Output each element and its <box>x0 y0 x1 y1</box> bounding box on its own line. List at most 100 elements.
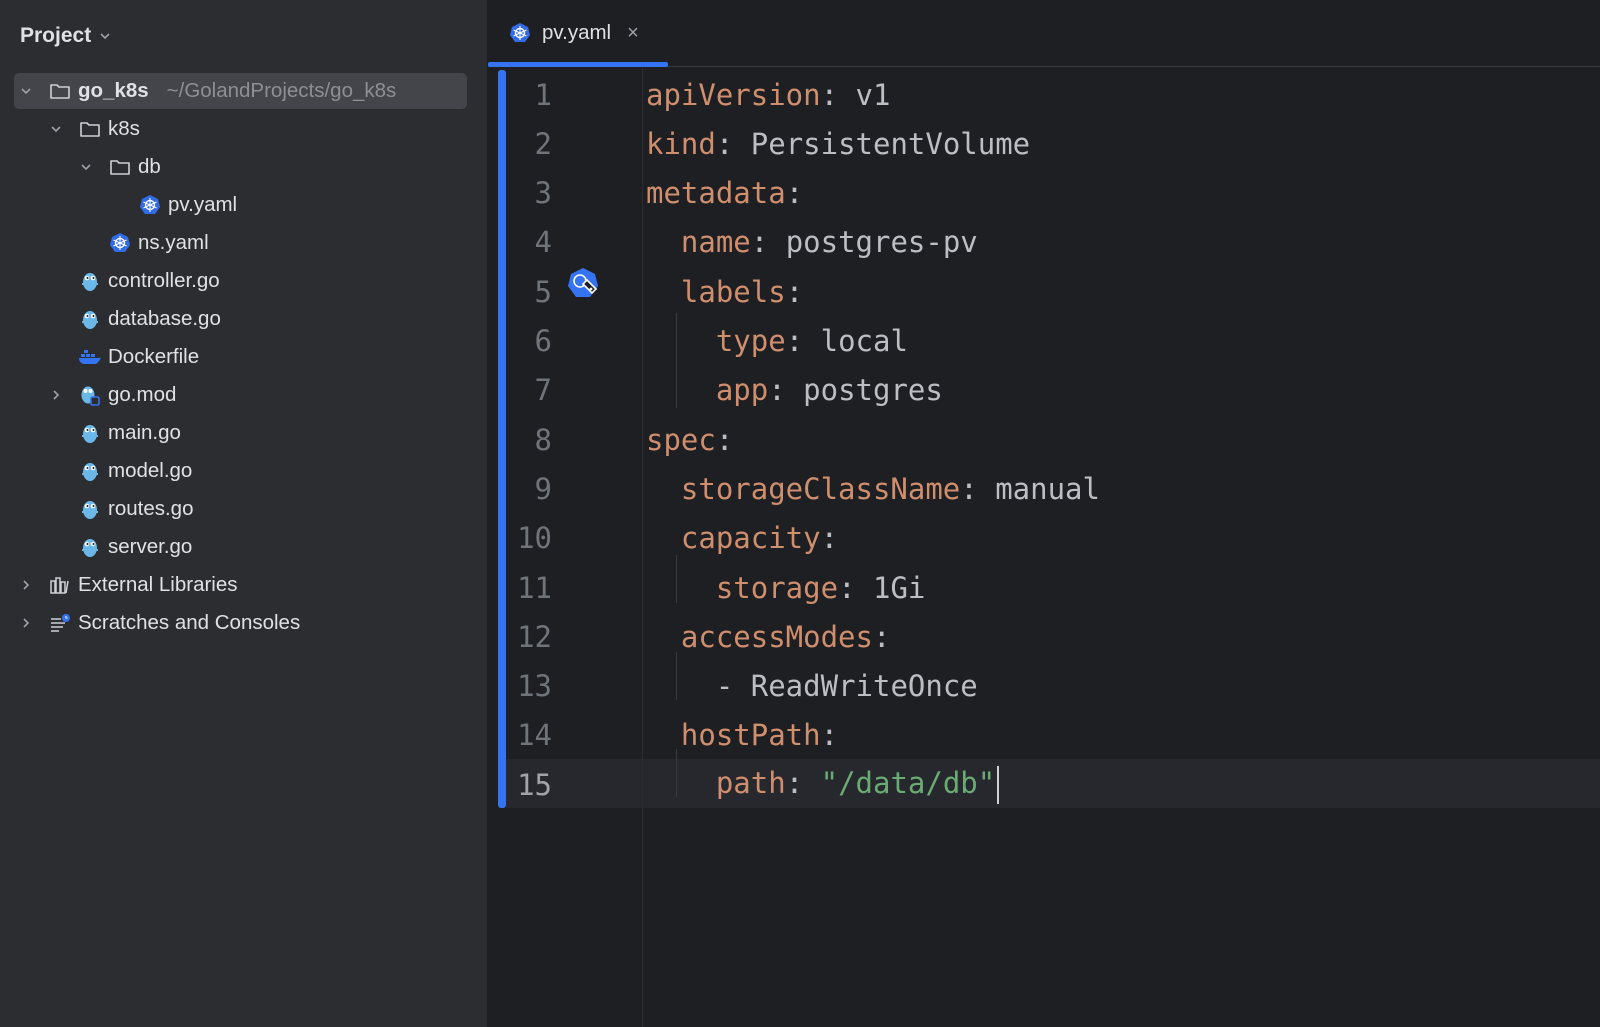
code-line[interactable]: 15 path: "/data/db" <box>488 760 1600 809</box>
tree-item-label: model.go <box>108 459 193 482</box>
chevron-right-icon[interactable] <box>46 385 66 405</box>
gomod-icon <box>78 383 102 407</box>
code-text: - ReadWriteOnce <box>646 669 978 703</box>
kubernetes-icon <box>138 193 162 217</box>
yaml-key: type <box>646 324 786 358</box>
tree-item-db[interactable]: db <box>0 148 487 186</box>
code-text: app: postgres <box>646 373 943 407</box>
yaml-punctuation: : <box>785 274 804 309</box>
yaml-key: labels <box>646 274 786 309</box>
code-text: accessModes: <box>646 620 891 654</box>
yaml-value: manual <box>977 471 1100 506</box>
yaml-key: name <box>646 225 751 260</box>
code-text: spec: <box>646 423 733 457</box>
tab-pv-yaml[interactable]: pv.yaml × <box>488 0 668 67</box>
code-line[interactable]: 5 labels: <box>488 267 1600 316</box>
tree-item-label: go_k8s <box>78 79 149 102</box>
tree-item-external-libraries[interactable]: External Libraries <box>0 566 487 604</box>
line-number: 1 <box>534 77 552 112</box>
yaml-key: storageClassName <box>646 471 961 506</box>
code-text: hostPath: <box>646 718 838 752</box>
tree-item-label: main.go <box>108 421 181 444</box>
folder-icon <box>78 117 102 141</box>
tree-item-k8s[interactable]: k8s <box>0 110 487 148</box>
yaml-punctuation: : <box>715 126 734 161</box>
close-icon[interactable]: × <box>627 22 639 45</box>
tree-item-label: Scratches and Consoles <box>78 611 301 634</box>
yaml-punctuation: : <box>838 570 856 605</box>
tree-item-label: routes.go <box>108 497 194 520</box>
line-number: 14 <box>517 718 552 753</box>
tree-item-label: External Libraries <box>78 573 238 596</box>
code-text: kind: PersistentVolume <box>646 127 1030 161</box>
tree-item-controller-go[interactable]: controller.go <box>0 262 487 300</box>
code-line[interactable]: 4 name: postgres-pv <box>488 218 1600 267</box>
code-text: apiVersion: v1 <box>646 78 890 112</box>
project-path: ~/GolandProjects/go_k8s <box>166 79 397 102</box>
code-line[interactable]: 11 storage: 1Gi <box>488 563 1600 612</box>
chevron-right-icon[interactable] <box>16 613 36 633</box>
code-line[interactable]: 1 apiVersion: v1 <box>488 70 1600 119</box>
gopher-icon <box>78 269 102 293</box>
yaml-punctuation: : <box>785 176 804 211</box>
code-line[interactable]: 10 capacity: <box>488 514 1600 563</box>
code-text: storageClassName: manual <box>646 472 1100 506</box>
tree-item-model-go[interactable]: model.go <box>0 452 487 490</box>
tab-label: pv.yaml <box>542 21 612 44</box>
line-number: 11 <box>517 570 552 605</box>
yaml-punctuation: : <box>820 521 839 556</box>
code-text: storage: 1Gi <box>646 570 926 605</box>
yaml-punctuation: : <box>820 718 839 753</box>
tree-item-pv-yaml[interactable]: pv.yaml <box>0 186 487 224</box>
tree-item-go-k8s[interactable]: go_k8s ~/GolandProjects/go_k8s <box>0 72 487 110</box>
tree-item-main-go[interactable]: main.go <box>0 414 487 452</box>
chevron-right-icon[interactable] <box>16 575 36 595</box>
code-line[interactable]: 6 type: local <box>488 317 1600 366</box>
chevron-down-icon <box>100 33 110 40</box>
code-line[interactable]: 14 hostPath: <box>488 711 1600 760</box>
code-line[interactable]: 9 storageClassName: manual <box>488 464 1600 513</box>
chevron-down-icon[interactable] <box>46 119 66 139</box>
chevron-down-icon[interactable] <box>76 157 96 177</box>
code-line[interactable]: 13 - ReadWriteOnce <box>488 662 1600 711</box>
tree-item-routes-go[interactable]: routes.go <box>0 490 487 528</box>
yaml-value: postgres <box>785 373 943 408</box>
line-number: 7 <box>534 373 552 408</box>
code-editor[interactable]: 1 apiVersion: v1 2 kind: PersistentVolume 3 m… <box>488 68 1600 1027</box>
code-line[interactable]: 2 kind: PersistentVolume <box>488 119 1600 168</box>
yaml-punctuation: : <box>960 471 978 506</box>
tree-item-label: Dockerfile <box>108 345 200 368</box>
tree-item-go-mod[interactable]: go.mod <box>0 376 487 414</box>
project-view-selector[interactable]: Project <box>20 20 111 52</box>
docker-icon <box>78 345 102 369</box>
line-number: 13 <box>517 669 552 704</box>
line-number: 9 <box>534 471 552 506</box>
tree-item-label: database.go <box>108 307 221 330</box>
yaml-key <box>646 669 716 703</box>
yaml-key: capacity <box>646 521 821 556</box>
gopher-icon <box>78 307 102 331</box>
tree-item-database-go[interactable]: database.go <box>0 300 487 338</box>
code-line[interactable]: 12 accessModes: <box>488 612 1600 661</box>
folder-icon <box>108 155 132 179</box>
code-line[interactable]: 7 app: postgres <box>488 366 1600 415</box>
tree-item-scratches-and-consoles[interactable]: Scratches and Consoles <box>0 604 487 642</box>
line-number: 6 <box>534 324 552 358</box>
gopher-icon <box>78 459 102 483</box>
tree-item-dockerfile[interactable]: Dockerfile <box>0 338 487 376</box>
yaml-value: v1 <box>838 77 891 112</box>
tree-item-ns-yaml[interactable]: ns.yaml <box>0 224 487 262</box>
code-text: type: local <box>646 324 908 358</box>
line-number: 10 <box>517 521 552 556</box>
yaml-value: postgres-pv <box>768 225 978 260</box>
code-text: capacity: <box>646 521 838 555</box>
tree-item-label: db <box>138 155 161 178</box>
yaml-value: ReadWriteOnce <box>750 669 978 704</box>
chevron-down-icon[interactable] <box>16 81 36 101</box>
yaml-punctuation: : <box>820 77 839 112</box>
code-text: metadata: <box>646 176 803 210</box>
code-line[interactable]: 3 metadata: <box>488 169 1600 218</box>
yaml-key: hostPath <box>646 718 821 753</box>
code-line[interactable]: 8 spec: <box>488 415 1600 464</box>
tree-item-server-go[interactable]: server.go <box>0 528 487 566</box>
